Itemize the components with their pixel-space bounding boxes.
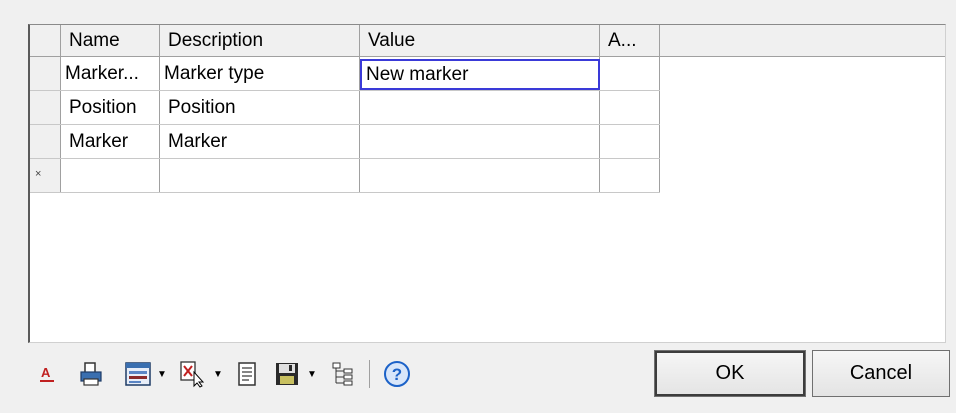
new-row[interactable]: × [30,159,660,193]
cell-name[interactable]: Position [61,91,160,124]
new-row-marker[interactable]: × [30,159,61,192]
svg-text:?: ? [392,365,402,384]
cell-a[interactable] [600,91,660,124]
table-row[interactable]: Marker... Marker type New marker [30,57,660,91]
view-layout-dropdown-arrow[interactable]: ▼ [156,354,168,394]
cell-value[interactable] [360,125,600,158]
document-icon[interactable] [232,354,262,394]
filter-delete-dropdown-arrow[interactable]: ▼ [212,354,224,394]
column-header-description[interactable]: Description [160,25,360,56]
cell-description[interactable]: Position [160,91,360,124]
column-header-a[interactable]: A... [600,25,660,56]
tree-view-icon[interactable] [328,354,358,394]
ok-button[interactable]: OK [654,350,806,397]
cell-description[interactable]: Marker type [160,57,360,90]
view-layout-icon[interactable] [122,354,154,394]
property-grid[interactable]: Name Description Value A... Marker... Ma… [28,24,946,343]
table-row[interactable]: Position Position [30,91,660,125]
cell-description[interactable]: Marker [160,125,360,158]
cell-name[interactable]: Marker... [61,57,160,90]
toolbar-separator [369,360,370,388]
cell-value[interactable] [360,159,600,192]
font-icon[interactable]: A [36,354,58,394]
svg-text:A: A [41,365,51,380]
header-selector-cell [30,25,61,56]
row-selector[interactable] [30,125,61,158]
cell-a[interactable] [600,57,660,90]
print-icon[interactable] [76,354,106,394]
cancel-button[interactable]: Cancel [812,350,950,397]
row-selector[interactable] [30,91,61,124]
table-row[interactable]: Marker Marker [30,125,660,159]
value-edit-input[interactable]: New marker [360,59,600,90]
cell-description[interactable] [160,159,360,192]
cell-name[interactable]: Marker [61,125,160,158]
row-selector[interactable] [30,57,61,90]
save-icon[interactable] [272,354,302,394]
grid-header: Name Description Value A... [30,25,945,57]
column-header-name[interactable]: Name [61,25,160,56]
cell-a[interactable] [600,159,660,192]
column-header-value[interactable]: Value [360,25,600,56]
cell-name[interactable] [61,159,160,192]
cell-a[interactable] [600,125,660,158]
cell-value[interactable] [360,91,600,124]
save-dropdown-arrow[interactable]: ▼ [306,354,318,394]
filter-delete-icon[interactable] [176,354,208,394]
help-icon[interactable]: ? [380,354,414,394]
